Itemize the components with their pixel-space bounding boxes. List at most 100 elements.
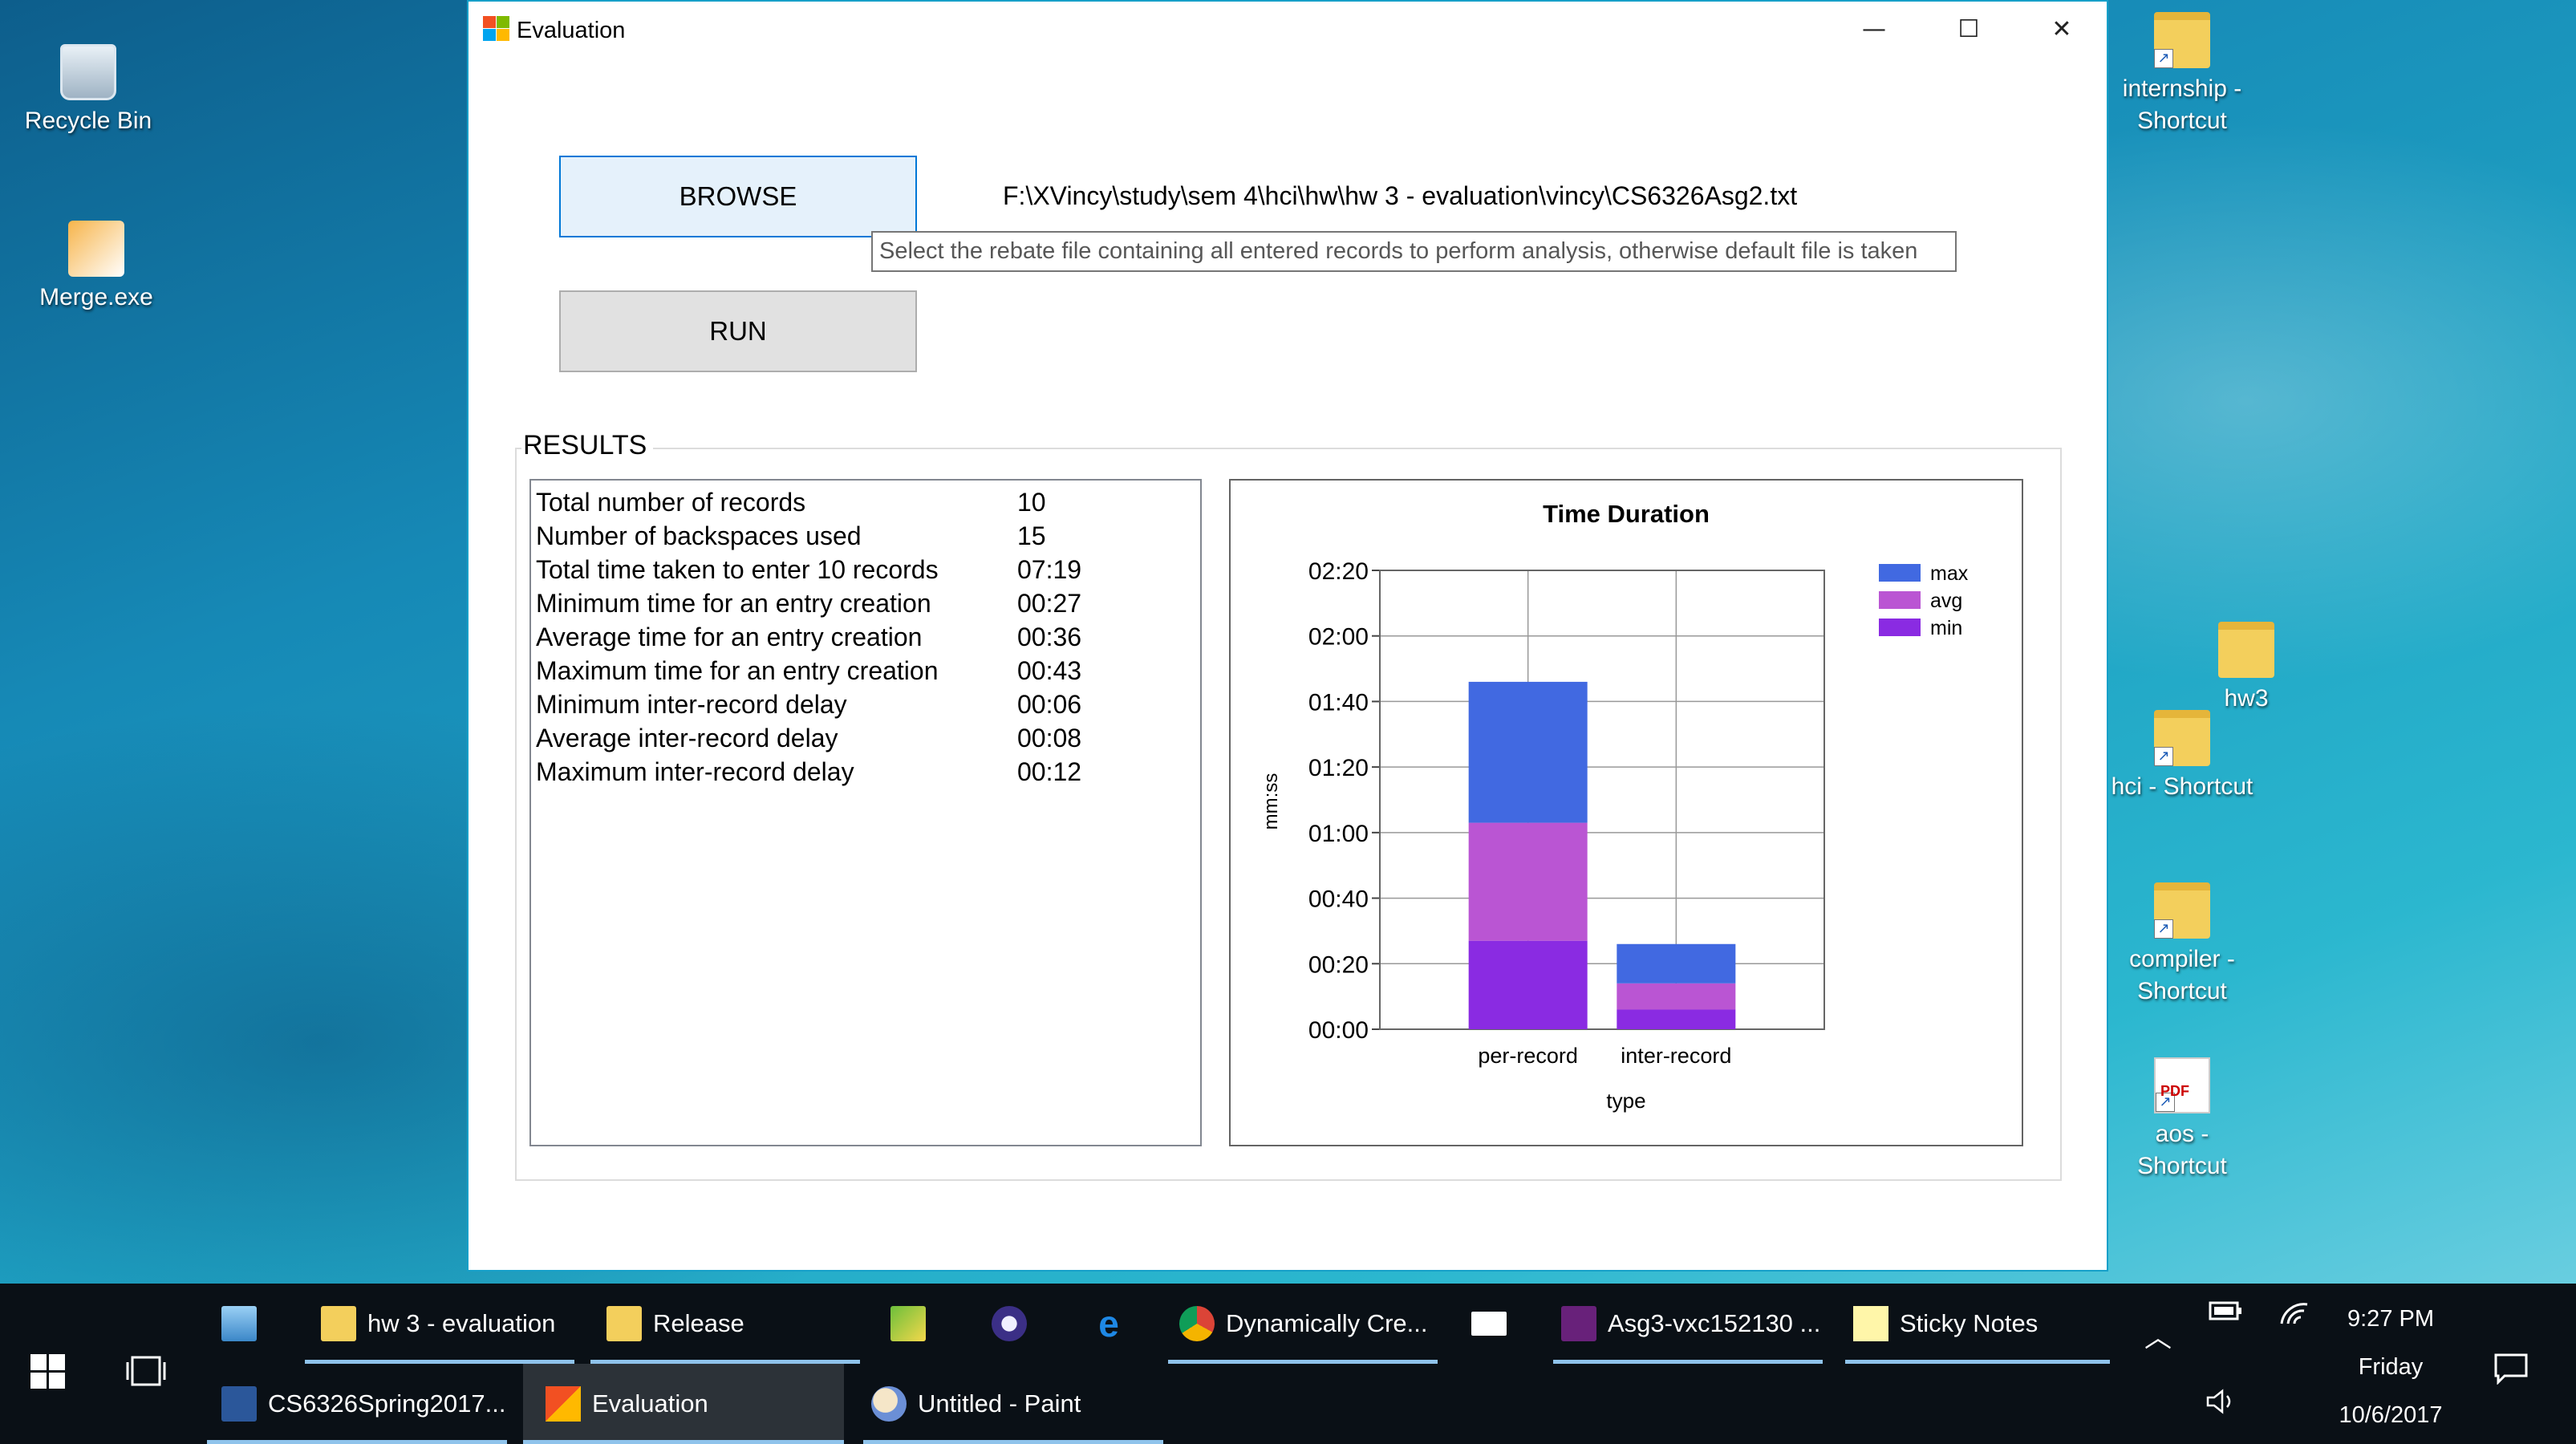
- taskbar-item-label: Asg3-vxc152130 ...: [1608, 1309, 1821, 1337]
- recycle-bin-icon: [60, 44, 116, 100]
- desktop-icon-label: Merge.exe: [39, 284, 153, 310]
- clock-time[interactable]: 9:27 PM: [2310, 1306, 2471, 1332]
- taskbar-item-chrome[interactable]: Dynamically Cre...: [1168, 1284, 1438, 1364]
- y-tick-label: 00:20: [1308, 951, 1369, 978]
- bar-segment-min: [1468, 940, 1588, 1029]
- recycle-bin[interactable]: Recycle Bin: [8, 44, 168, 137]
- taskbar-item-edge[interactable]: e: [1083, 1284, 1147, 1364]
- paint-icon: [871, 1386, 907, 1422]
- results-row[interactable]: Average inter-record delay 00:08: [536, 721, 1195, 755]
- taskbar-underline: [523, 1440, 844, 1444]
- maximize-button[interactable]: ☐: [1945, 10, 1993, 50]
- browse-button[interactable]: BROWSE: [559, 156, 917, 237]
- show-hidden-icons-button[interactable]: ︿: [2134, 1316, 2182, 1355]
- results-row[interactable]: Average time for an entry creation 00:36: [536, 620, 1195, 654]
- taskbar-item-label: hw 3 - evaluation: [367, 1309, 556, 1337]
- word-icon: [221, 1386, 257, 1422]
- results-title: RESULTS: [521, 430, 654, 461]
- taskbar-item-paint[interactable]: Untitled - Paint: [863, 1364, 1163, 1444]
- taskbar-underline: [207, 1440, 507, 1444]
- bar-segment-min: [1617, 1009, 1736, 1029]
- y-axis-label: mm:ss: [1260, 773, 1282, 830]
- battery-button[interactable]: [2202, 1300, 2250, 1332]
- visual-studio-icon: [1561, 1306, 1596, 1341]
- results-row[interactable]: Maximum time for an entry creation 00:43: [536, 654, 1195, 688]
- taskbar-item-mail[interactable]: [1468, 1284, 1532, 1364]
- time-duration-chart: Time Duration 00:00 00:20 00:40 01:00 01:20 01…: [1229, 479, 2023, 1146]
- mail-icon: [1471, 1312, 1507, 1336]
- taskbar-item-image-editor[interactable]: [882, 1284, 947, 1364]
- legend-swatch-max: [1879, 564, 1921, 582]
- folder-shortcut-icon: ↗: [2154, 882, 2210, 939]
- desktop-icon-label: Recycle Bin: [24, 107, 152, 134]
- laptop-icon: [221, 1306, 257, 1341]
- clock-date[interactable]: 10/6/2017: [2310, 1402, 2471, 1429]
- folder-shortcut-icon: ↗: [2154, 12, 2210, 68]
- taskbar-item-release[interactable]: Release: [590, 1284, 860, 1364]
- x-tick-label: inter-record: [1621, 1044, 1731, 1068]
- result-label: Minimum inter-record delay: [536, 690, 847, 719]
- hw3-folder[interactable]: hw3: [2166, 622, 2327, 715]
- results-row[interactable]: Maximum inter-record delay 00:12: [536, 755, 1195, 789]
- x-tick-label: per-record: [1478, 1044, 1578, 1068]
- minimize-button[interactable]: —: [1850, 10, 1898, 50]
- result-label: Total time taken to enter 10 records: [536, 555, 939, 584]
- y-tick-label: 01:40: [1308, 689, 1369, 716]
- results-list[interactable]: Total number of records 10 Number of backs…: [529, 479, 1202, 1146]
- folder-icon: [606, 1306, 642, 1341]
- internship-shortcut[interactable]: ↗ internship - Shortcut: [2102, 12, 2262, 137]
- result-label: Maximum time for an entry creation: [536, 656, 939, 685]
- sticky-notes-icon: [1853, 1306, 1888, 1341]
- taskbar-item-hw3-evaluation[interactable]: hw 3 - evaluation: [305, 1284, 574, 1364]
- results-row[interactable]: Total time taken to enter 10 records 07:1…: [536, 553, 1195, 586]
- task-view-button[interactable]: [122, 1348, 170, 1396]
- result-value: 00:06: [1017, 690, 1082, 719]
- taskbar-item-eclipse[interactable]: [984, 1284, 1048, 1364]
- result-label: Maximum inter-record delay: [536, 757, 854, 786]
- action-center-button[interactable]: [2487, 1348, 2535, 1396]
- results-row[interactable]: Number of backspaces used 15: [536, 519, 1195, 553]
- aos-shortcut[interactable]: ↗ aos - Shortcut: [2102, 1057, 2262, 1182]
- taskbar-item-label: Release: [653, 1309, 744, 1337]
- compiler-shortcut[interactable]: ↗ compiler - Shortcut: [2102, 882, 2262, 1008]
- run-button[interactable]: RUN: [559, 290, 917, 372]
- taskbar-item-visual-studio[interactable]: Asg3-vxc152130 ...: [1553, 1284, 1823, 1364]
- taskbar: hw 3 - evaluation Release e Dynamically …: [0, 1284, 2576, 1444]
- hci-shortcut[interactable]: ↗ hci - Shortcut: [2102, 710, 2262, 803]
- start-button[interactable]: [24, 1348, 72, 1396]
- legend-label-avg: avg: [1930, 590, 1962, 612]
- taskbar-item-label: Dynamically Cre...: [1226, 1309, 1428, 1337]
- result-label: Average inter-record delay: [536, 724, 838, 752]
- y-tick-label: 01:20: [1308, 755, 1369, 781]
- bar-segment-avg: [1468, 822, 1588, 941]
- results-row[interactable]: Minimum time for an entry creation 00:27: [536, 586, 1195, 620]
- volume-button[interactable]: [2198, 1388, 2246, 1420]
- chrome-icon: [1179, 1306, 1215, 1341]
- merge-exe[interactable]: Merge.exe: [16, 221, 176, 314]
- bar-segment-max: [1468, 681, 1588, 823]
- taskbar-underline: [1168, 1360, 1438, 1364]
- result-label: Minimum time for an entry creation: [536, 589, 931, 618]
- wifi-button[interactable]: [2274, 1300, 2314, 1332]
- taskbar-item-laptop[interactable]: [221, 1284, 286, 1364]
- taskbar-item-sticky-notes[interactable]: Sticky Notes: [1845, 1284, 2110, 1364]
- close-button[interactable]: ✕: [2038, 10, 2086, 50]
- taskbar-underline: [1553, 1360, 1823, 1364]
- evaluation-app-icon: [546, 1386, 581, 1422]
- result-label: Number of backspaces used: [536, 521, 862, 550]
- window-title: Evaluation: [517, 18, 626, 43]
- folder-icon: [321, 1306, 356, 1341]
- y-tick-label: 01:00: [1308, 821, 1369, 847]
- results-row[interactable]: Total number of records 10: [536, 485, 1195, 519]
- clock-day[interactable]: Friday: [2310, 1354, 2471, 1381]
- edge-icon: e: [1098, 1303, 1119, 1345]
- plot-frame: [1379, 570, 1825, 1030]
- title-bar[interactable]: Evaluation — ☐ ✕: [469, 2, 2107, 59]
- taskbar-item-evaluation[interactable]: Evaluation: [523, 1364, 844, 1444]
- results-row[interactable]: Minimum inter-record delay 00:06: [536, 688, 1195, 721]
- taskbar-item-label: Evaluation: [592, 1389, 708, 1418]
- task-view-icon: [126, 1356, 166, 1386]
- result-value: 00:27: [1017, 589, 1082, 618]
- taskbar-item-word[interactable]: CS6326Spring2017...: [207, 1364, 507, 1444]
- battery-icon: [2209, 1301, 2241, 1320]
